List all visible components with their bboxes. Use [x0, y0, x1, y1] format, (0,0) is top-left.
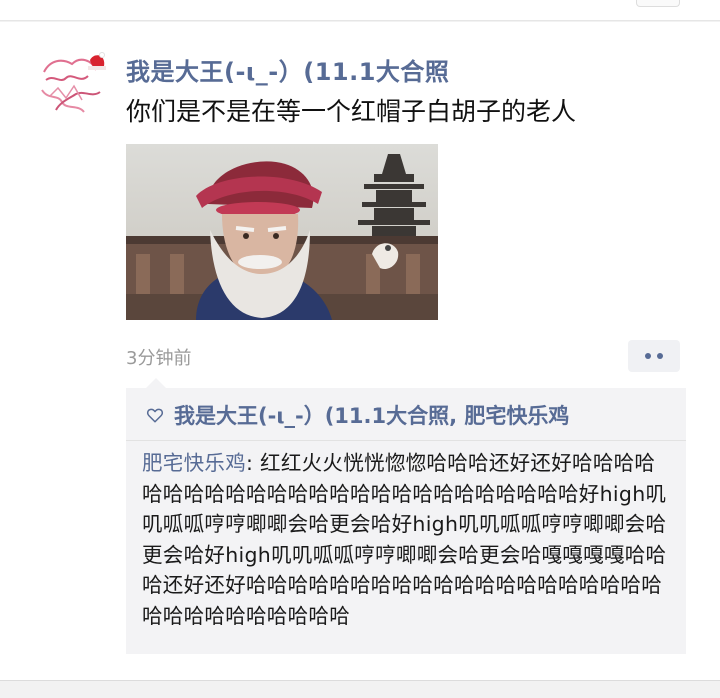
more-button[interactable]: [628, 340, 680, 372]
top-separator: [0, 0, 720, 21]
post-text: 你们是不是在等一个红帽子白胡子的老人: [126, 97, 577, 126]
divider: [126, 440, 686, 441]
avatar[interactable]: [36, 50, 108, 122]
post-photo[interactable]: [126, 144, 438, 320]
avatar-image: [36, 50, 108, 122]
comment-text: 红红火火恍恍惚惚哈哈哈还好还好哈哈哈哈哈哈哈哈哈哈哈哈哈哈哈哈哈哈哈哈哈哈哈哈哈…: [142, 451, 667, 628]
more-dots-icon: [657, 353, 663, 359]
moment-card: 我是大王(-ι_-）(11.1大合照 你们是不是在等一个红帽子白胡子的老人 3分…: [0, 22, 720, 680]
more-dots-icon: [645, 353, 651, 359]
bottom-separator: [0, 680, 720, 681]
post-time: 3分钟前: [126, 348, 192, 369]
comment-author[interactable]: 肥宅快乐鸡: [142, 451, 246, 475]
photo-image: [126, 144, 438, 320]
likes-row: 我是大王(-ι_-）(11.1大合照, 肥宅快乐鸡: [146, 400, 569, 430]
top-tab-edge: [636, 0, 680, 7]
comment-item[interactable]: 肥宅快乐鸡: 红红火火恍恍惚惚哈哈哈还好还好哈哈哈哈哈哈哈哈哈哈哈哈哈哈哈哈哈哈…: [142, 448, 672, 631]
interaction-box: 我是大王(-ι_-）(11.1大合照, 肥宅快乐鸡 肥宅快乐鸡: 红红火火恍恍惚…: [126, 378, 686, 654]
likes-names[interactable]: 我是大王(-ι_-）(11.1大合照, 肥宅快乐鸡: [174, 400, 569, 430]
heart-outline-icon: [146, 408, 164, 423]
post-author-name[interactable]: 我是大王(-ι_-）(11.1大合照: [126, 52, 449, 87]
comment-separator: :: [246, 451, 261, 475]
